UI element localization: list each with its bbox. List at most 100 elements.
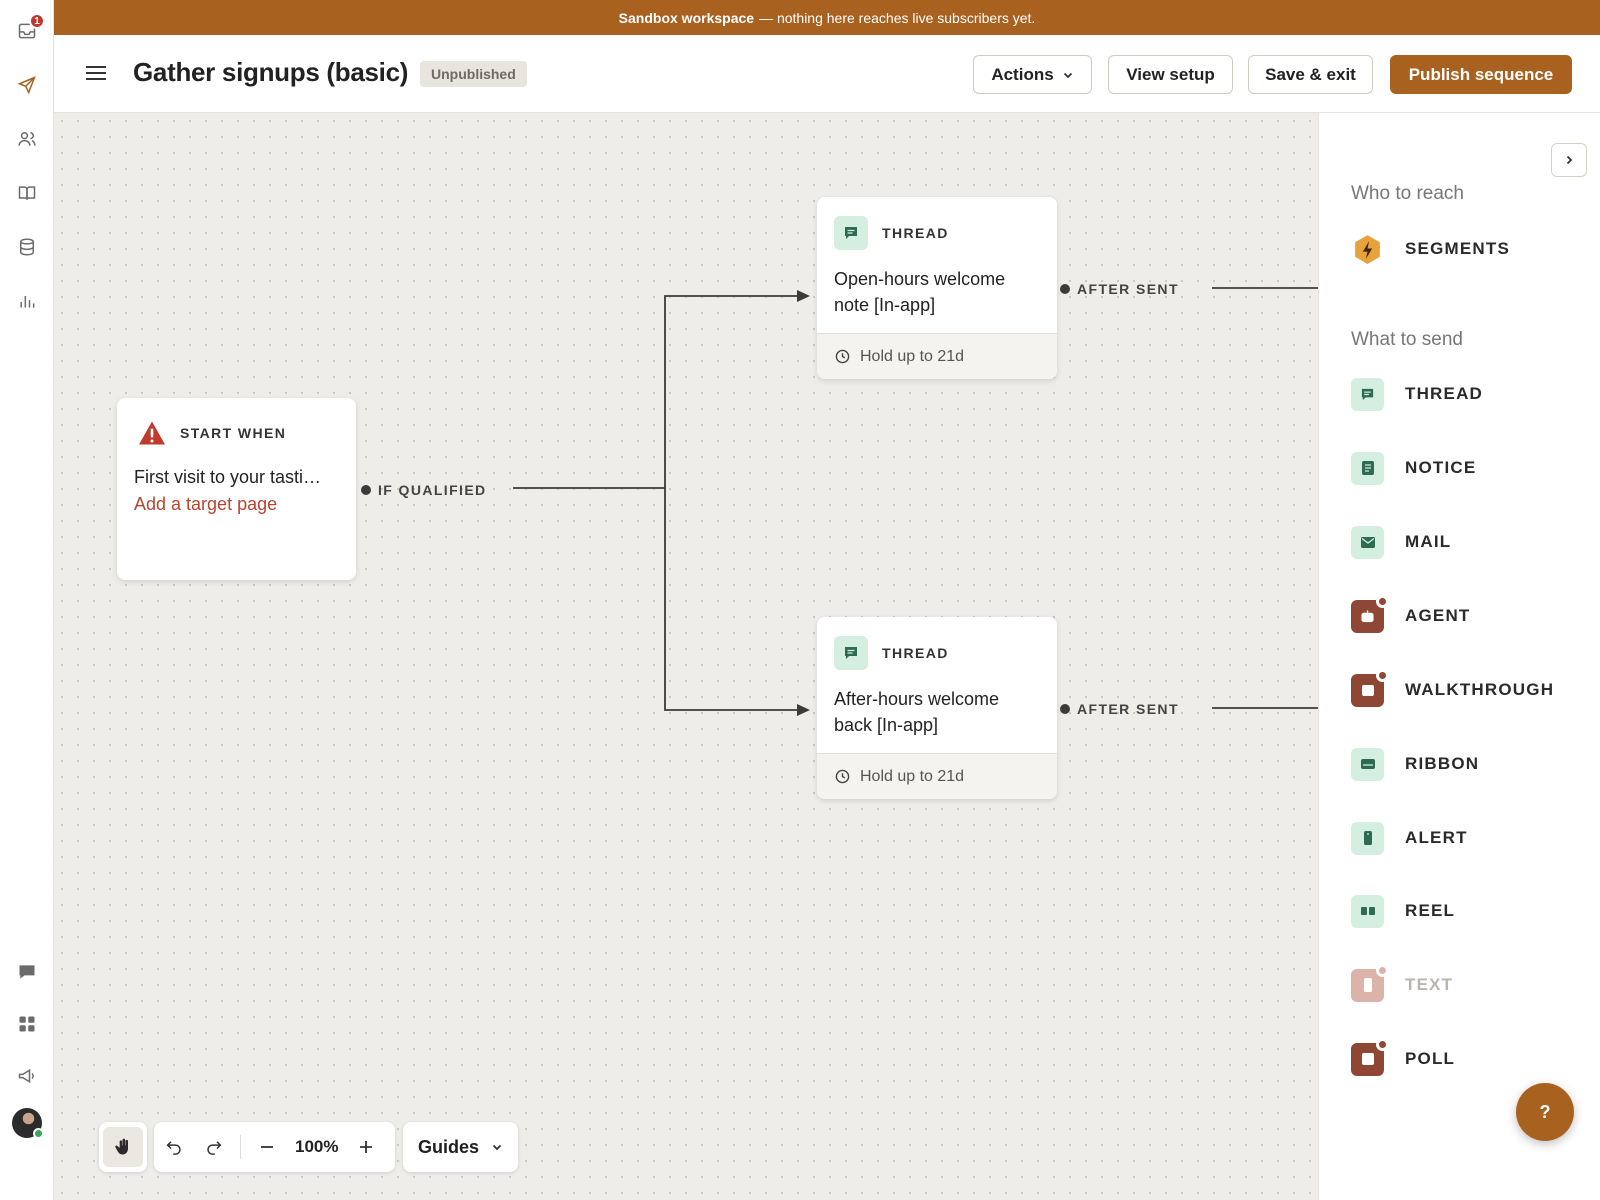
alert-icon [1351, 821, 1384, 855]
help-button[interactable]: ? [1516, 1083, 1574, 1141]
thread-icon [834, 636, 868, 670]
undo-icon[interactable] [154, 1127, 194, 1167]
thread-label: THREAD [1405, 384, 1484, 403]
users-icon[interactable] [13, 125, 41, 153]
thread-icon [834, 216, 868, 250]
start-when-node[interactable]: START WHEN First visit to your tasti… Ad… [117, 398, 356, 580]
page-header: Gather signups (basic) Unpublished Actio… [54, 35, 1600, 113]
hold-duration-footer: Hold up to 21d [817, 333, 1057, 379]
hand-pan-icon[interactable] [103, 1127, 143, 1167]
sandbox-banner: Sandbox workspace — nothing here reaches… [54, 0, 1600, 35]
clock-icon [835, 349, 850, 364]
blocks-panel: Who to reach SEGMENTS What to send THREA… [1318, 113, 1600, 1200]
poll-label: POLL [1405, 1049, 1456, 1068]
chat-icon[interactable] [13, 958, 41, 986]
edge-label-if-qualified: IF QUALIFIED [361, 482, 487, 498]
actions-label: Actions [991, 64, 1054, 84]
panel-item-segments[interactable]: SEGMENTS [1351, 232, 1510, 266]
actions-dropdown-button[interactable]: Actions [973, 55, 1092, 94]
bar-chart-icon[interactable] [13, 287, 41, 315]
panel-item-mail[interactable]: MAIL [1351, 525, 1451, 559]
mail-icon [1351, 525, 1384, 559]
what-to-send-title: What to send [1351, 329, 1463, 350]
after-sent-text: AFTER SENT [1077, 281, 1179, 297]
view-setup-button[interactable]: View setup [1108, 55, 1233, 94]
panel-item-thread[interactable]: THREAD [1351, 377, 1483, 411]
save-exit-button[interactable]: Save & exit [1248, 55, 1373, 94]
database-icon[interactable] [13, 233, 41, 261]
zoom-in-icon[interactable] [346, 1127, 386, 1167]
status-badge: Unpublished [420, 61, 527, 87]
chevron-right-icon [1566, 155, 1573, 165]
add-target-page-link[interactable]: Add a target page [117, 490, 356, 515]
pan-tool-group [99, 1122, 147, 1172]
hold-duration-text: Hold up to 21d [860, 347, 965, 365]
history-zoom-toolbar: 100% [154, 1122, 395, 1172]
flow-connectors [513, 287, 1318, 716]
collapse-panel-button[interactable] [1551, 143, 1587, 177]
walkthrough-label: WALKTHROUGH [1405, 680, 1555, 699]
panel-item-ribbon[interactable]: RIBBON [1351, 747, 1479, 781]
reel-label: REEL [1405, 901, 1456, 920]
segments-bolt-icon [1355, 234, 1380, 264]
redo-icon[interactable] [194, 1127, 234, 1167]
panel-item-walkthrough[interactable]: WALKTHROUGH [1351, 668, 1555, 707]
thread-icon [1351, 377, 1384, 411]
alert-label: ALERT [1405, 828, 1468, 847]
panel-item-poll[interactable]: POLL [1351, 1037, 1456, 1076]
clock-icon [835, 769, 850, 784]
banner-text: — nothing here reaches live subscribers … [759, 9, 1036, 26]
start-node-type: START WHEN [180, 425, 287, 441]
reel-icon [1351, 894, 1384, 928]
send-icon[interactable] [13, 71, 41, 99]
panel-item-alert[interactable]: ALERT [1351, 821, 1468, 855]
online-status-dot [33, 1128, 44, 1139]
text-label: TEXT [1405, 975, 1454, 994]
thread-node-title: Open-hours welcome note [In-app] [834, 269, 1006, 315]
if-qualified-text: IF QUALIFIED [378, 482, 487, 498]
start-node-title: First visit to your tasti… [134, 467, 322, 487]
inbox-badge: 1 [29, 13, 45, 29]
guides-label: Guides [417, 1136, 479, 1157]
thread-node[interactable]: THREAD Open-hours welcome note [In-app] … [817, 197, 1057, 379]
apps-grid-icon[interactable] [13, 1010, 41, 1038]
segments-label: SEGMENTS [1405, 239, 1511, 258]
mail-label: MAIL [1405, 532, 1452, 551]
agent-label: AGENT [1405, 606, 1471, 625]
poll-icon [1351, 1037, 1389, 1076]
hold-duration-footer: Hold up to 21d [817, 753, 1057, 799]
edge-label-after-sent: AFTER SENT [1060, 701, 1179, 717]
walkthrough-icon [1351, 668, 1389, 707]
chevron-down-icon [1063, 72, 1072, 78]
book-icon[interactable] [13, 179, 41, 207]
panel-item-text[interactable]: TEXT [1351, 963, 1454, 1002]
panel-item-notice[interactable]: NOTICE [1351, 451, 1476, 485]
chevron-down-icon [492, 1144, 502, 1151]
text-icon [1351, 963, 1389, 1002]
zoom-level: 100% [295, 1137, 339, 1156]
hamburger-menu-icon[interactable] [84, 62, 108, 86]
banner-bold-text: Sandbox workspace [618, 9, 755, 26]
hold-duration-text: Hold up to 21d [860, 767, 965, 785]
guides-dropdown[interactable]: Guides [403, 1122, 518, 1172]
ribbon-label: RIBBON [1405, 754, 1480, 773]
thread-node[interactable]: THREAD After-hours welcome back [In-app]… [817, 617, 1057, 799]
zoom-out-icon[interactable] [247, 1127, 287, 1167]
notice-label: NOTICE [1405, 458, 1477, 477]
who-to-reach-title: Who to reach [1351, 183, 1464, 204]
publish-sequence-button[interactable]: Publish sequence [1390, 55, 1572, 94]
panel-item-agent[interactable]: AGENT [1351, 594, 1471, 633]
ribbon-icon [1351, 747, 1384, 781]
notice-icon [1351, 451, 1384, 485]
thread-node-title: After-hours welcome back [In-app] [834, 689, 1000, 735]
panel-item-reel[interactable]: REEL [1351, 894, 1455, 928]
megaphone-icon[interactable] [13, 1062, 41, 1090]
thread-node-type: THREAD [882, 645, 949, 661]
page-title: Gather signups (basic) [133, 57, 409, 87]
edge-label-after-sent: AFTER SENT [1060, 281, 1179, 297]
after-sent-text: AFTER SENT [1077, 701, 1179, 717]
flow-canvas[interactable]: START WHEN First visit to your tasti… Ad… [54, 113, 1318, 1200]
thread-node-type: THREAD [882, 225, 949, 241]
agent-icon [1351, 594, 1389, 633]
warning-triangle-icon [139, 421, 165, 445]
